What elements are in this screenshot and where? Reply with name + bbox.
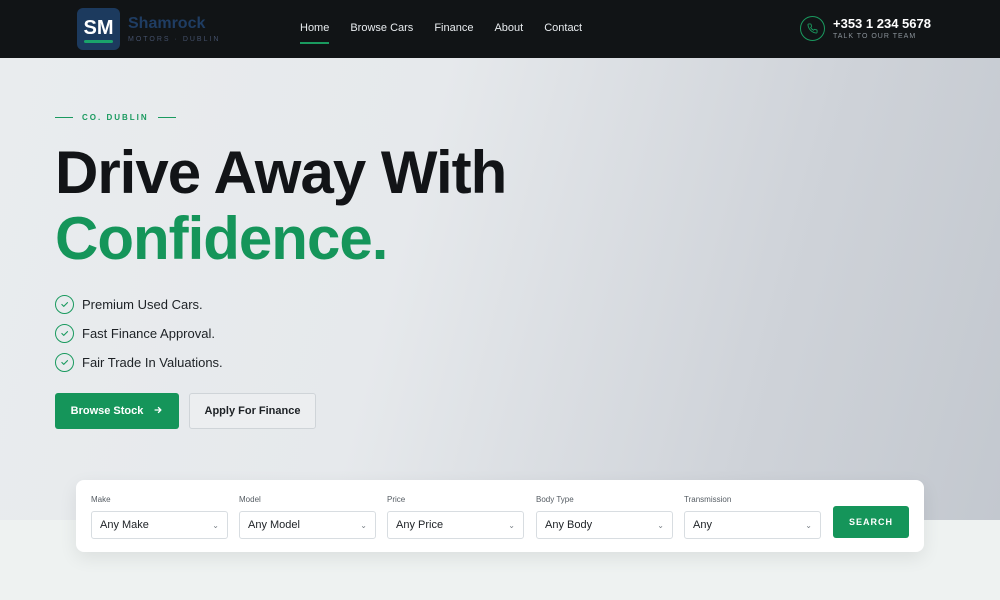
make-field: Make Any Make ⌄ xyxy=(91,495,228,539)
phone-info: +353 1 234 5678 TALK TO OUR TEAM xyxy=(833,17,931,41)
nav-item-finance[interactable]: Finance xyxy=(434,21,473,35)
price-select[interactable]: Any Price ⌄ xyxy=(387,511,524,539)
browse-stock-label: Browse Stock xyxy=(70,405,144,417)
price-label: Price xyxy=(387,495,406,504)
check-icon xyxy=(55,353,74,372)
make-value: Any Make xyxy=(100,519,149,531)
feature-item: Fair Trade In Valuations. xyxy=(55,348,223,377)
body-type-label: Body Type xyxy=(536,495,574,504)
make-select[interactable]: Any Make ⌄ xyxy=(91,511,228,539)
hero-section xyxy=(0,58,1000,520)
main-nav: Home Browse Cars Finance About Contact xyxy=(300,21,603,44)
body-type-select[interactable]: Any Body ⌄ xyxy=(536,511,673,539)
headline-line-2: Confidence. xyxy=(55,205,388,272)
apply-finance-button[interactable]: Apply For Finance xyxy=(189,393,316,429)
nav-item-contact[interactable]: Contact xyxy=(544,21,582,35)
phone-number[interactable]: +353 1 234 5678 xyxy=(833,17,931,31)
feature-item: Premium Used Cars. xyxy=(55,290,223,319)
phone-icon xyxy=(800,16,825,41)
price-value: Any Price xyxy=(396,519,444,531)
arrow-right-icon xyxy=(153,405,163,418)
eyebrow-text: CO. DUBLIN xyxy=(82,113,149,122)
brand-subtitle: MOTORS · DUBLIN xyxy=(128,35,221,43)
site-header: SM Shamrock MOTORS · DUBLIN Home Browse … xyxy=(0,0,1000,58)
transmission-value: Any xyxy=(693,519,712,531)
model-select[interactable]: Any Model ⌄ xyxy=(239,511,376,539)
phone-contact[interactable]: +353 1 234 5678 TALK TO OUR TEAM xyxy=(800,16,931,41)
brand-logo[interactable]: SM Shamrock MOTORS · DUBLIN xyxy=(77,8,221,50)
brand-name: Shamrock xyxy=(128,14,206,32)
transmission-label: Transmission xyxy=(684,495,732,504)
search-button[interactable]: SEARCH xyxy=(833,506,909,538)
logo-initials: SM xyxy=(83,17,114,39)
feature-list: Premium Used Cars. Fast Finance Approval… xyxy=(55,290,223,377)
body-type-field: Body Type Any Body ⌄ xyxy=(536,495,673,539)
model-field: Model Any Model ⌄ xyxy=(239,495,376,539)
nav-item-browse-cars[interactable]: Browse Cars xyxy=(350,21,413,35)
phone-subtitle: TALK TO OUR TEAM xyxy=(833,33,917,40)
model-label: Model xyxy=(239,495,261,504)
price-field: Price Any Price ⌄ xyxy=(387,495,524,539)
make-label: Make xyxy=(91,495,111,504)
nav-item-home[interactable]: Home xyxy=(300,21,330,44)
feature-text: Premium Used Cars. xyxy=(82,297,203,312)
feature-item: Fast Finance Approval. xyxy=(55,319,223,348)
model-value: Any Model xyxy=(248,519,300,531)
chevron-down-icon: ⌄ xyxy=(657,520,664,530)
nav-item-about[interactable]: About xyxy=(494,21,523,35)
chevron-down-icon: ⌄ xyxy=(508,520,515,530)
hero-headline: Drive Away With Confidence. xyxy=(55,139,507,272)
chevron-down-icon: ⌄ xyxy=(360,520,367,530)
eyebrow-line-left xyxy=(55,117,73,118)
headline-line-1: Drive Away With xyxy=(55,139,507,206)
browse-stock-button[interactable]: Browse Stock xyxy=(55,393,179,429)
vehicle-search-panel: Make Any Make ⌄ Model Any Model ⌄ Price … xyxy=(76,480,924,552)
logo-accent-bar xyxy=(84,40,113,43)
transmission-select[interactable]: Any ⌄ xyxy=(684,511,821,539)
logo-text: Shamrock MOTORS · DUBLIN xyxy=(128,14,221,43)
chevron-down-icon: ⌄ xyxy=(805,520,812,530)
body-type-value: Any Body xyxy=(545,519,593,531)
feature-text: Fair Trade In Valuations. xyxy=(82,355,223,370)
logo-badge: SM xyxy=(77,8,120,50)
eyebrow-line-right xyxy=(157,117,176,118)
transmission-field: Transmission Any ⌄ xyxy=(684,495,821,539)
feature-text: Fast Finance Approval. xyxy=(82,326,215,341)
check-icon xyxy=(55,324,74,343)
hero-eyebrow: CO. DUBLIN xyxy=(55,113,176,122)
chevron-down-icon: ⌄ xyxy=(212,520,219,530)
check-icon xyxy=(55,295,74,314)
